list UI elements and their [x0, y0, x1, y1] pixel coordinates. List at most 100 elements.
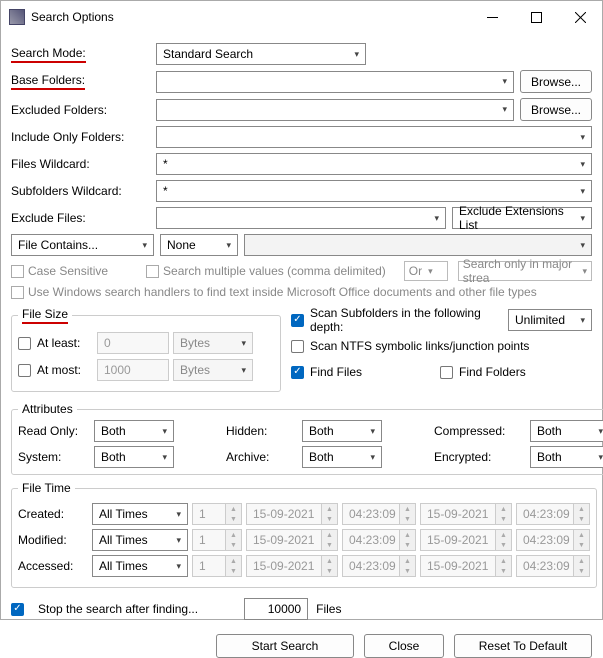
accessed-from-time: 04:23:09▲▼: [342, 555, 416, 577]
major-streams-select: Search only in major strea▾: [458, 261, 592, 281]
minimize-button[interactable]: [470, 2, 514, 32]
reset-default-button[interactable]: Reset To Default: [454, 634, 592, 658]
subfolders-wildcard-input[interactable]: *▾: [156, 180, 592, 202]
encrypted-label: Encrypted:: [434, 450, 524, 464]
accessed-mode-select[interactable]: All Times▾: [92, 555, 188, 577]
case-sensitive-label: Case Sensitive: [28, 264, 108, 278]
or-select: Or▾: [404, 261, 448, 281]
start-search-button[interactable]: Start Search: [216, 634, 354, 658]
attributes-group: Attributes Read Only: Both▾ Hidden: Both…: [11, 402, 603, 475]
maximize-button[interactable]: [514, 2, 558, 32]
created-label: Created:: [18, 507, 88, 521]
chevron-down-icon: ▾: [430, 213, 443, 224]
chevron-down-icon: ▾: [498, 104, 511, 115]
file-size-group: File Size At least: 0 Bytes▾ At most: 10…: [11, 307, 281, 392]
hidden-label: Hidden:: [226, 424, 296, 438]
close-button[interactable]: [558, 2, 602, 32]
window-title: Search Options: [31, 10, 470, 24]
file-size-legend: File Size: [22, 307, 68, 324]
scan-ntfs-checkbox[interactable]: [291, 340, 304, 353]
modified-to-time: 04:23:09▲▼: [516, 529, 590, 551]
attributes-legend: Attributes: [18, 402, 77, 416]
app-icon: [9, 9, 25, 25]
accessed-count-spinner: 1▲▼: [192, 555, 242, 577]
chevron-down-icon: ▾: [576, 213, 589, 224]
modified-from-date: 15-09-2021▲▼: [246, 529, 338, 551]
created-to-date: 15-09-2021▲▼: [420, 503, 512, 525]
chevron-down-icon: ▾: [498, 76, 511, 87]
archive-label: Archive:: [226, 450, 296, 464]
created-from-time: 04:23:09▲▼: [342, 503, 416, 525]
exclude-files-input[interactable]: ▾: [156, 207, 446, 229]
search-options-window: Search Options Search Mode: Standard Sea…: [0, 0, 603, 620]
at-most-unit-select: Bytes▾: [173, 359, 253, 381]
chevron-down-icon: ▾: [576, 240, 589, 251]
encrypted-select[interactable]: Both▾: [530, 446, 603, 468]
excluded-folders-label: Excluded Folders:: [11, 103, 156, 117]
scan-ntfs-label: Scan NTFS symbolic links/junction points: [310, 339, 529, 353]
chevron-down-icon: ▾: [576, 159, 589, 170]
multi-values-checkbox: [146, 265, 159, 278]
subfolders-wildcard-label: Subfolders Wildcard:: [11, 184, 156, 198]
at-least-checkbox[interactable]: [18, 337, 31, 350]
files-wildcard-label: Files Wildcard:: [11, 157, 156, 171]
file-contains-text-input[interactable]: ▾: [244, 234, 592, 256]
case-sensitive-checkbox: [11, 265, 24, 278]
readonly-select[interactable]: Both▾: [94, 420, 174, 442]
stop-after-checkbox[interactable]: [11, 603, 24, 616]
find-files-label: Find Files: [310, 365, 440, 379]
modified-to-date: 15-09-2021▲▼: [420, 529, 512, 551]
stop-after-label: Stop the search after finding...: [38, 602, 198, 616]
scan-depth-select[interactable]: Unlimited▾: [508, 309, 592, 331]
at-most-checkbox[interactable]: [18, 364, 31, 377]
archive-select[interactable]: Both▾: [302, 446, 382, 468]
at-most-label: At most:: [37, 363, 97, 377]
accessed-to-time: 04:23:09▲▼: [516, 555, 590, 577]
scan-subfolders-label: Scan Subfolders in the following depth:: [310, 306, 508, 334]
find-files-checkbox[interactable]: [291, 366, 304, 379]
win-handlers-label: Use Windows search handlers to find text…: [28, 285, 537, 299]
at-least-unit-select: Bytes▾: [173, 332, 253, 354]
file-contains-select[interactable]: File Contains...▾: [11, 234, 154, 256]
find-folders-label: Find Folders: [459, 365, 526, 379]
excluded-folders-input[interactable]: ▾: [156, 99, 514, 121]
win-handlers-checkbox: [11, 286, 24, 299]
search-mode-label: Search Mode:: [11, 46, 86, 63]
hidden-select[interactable]: Both▾: [302, 420, 382, 442]
exclude-extensions-select[interactable]: Exclude Extensions List▾: [452, 207, 592, 229]
browse-base-button[interactable]: Browse...: [520, 70, 592, 93]
modified-from-time: 04:23:09▲▼: [342, 529, 416, 551]
readonly-label: Read Only:: [18, 424, 88, 438]
include-only-label: Include Only Folders:: [11, 130, 156, 144]
created-to-time: 04:23:09▲▼: [516, 503, 590, 525]
chevron-down-icon: ▾: [576, 132, 589, 143]
base-folders-input[interactable]: ▾: [156, 71, 514, 93]
stop-after-unit: Files: [316, 602, 341, 616]
scan-subfolders-checkbox[interactable]: [291, 314, 304, 327]
modified-label: Modified:: [18, 533, 88, 547]
modified-mode-select[interactable]: All Times▾: [92, 529, 188, 551]
exclude-files-label: Exclude Files:: [11, 211, 156, 225]
accessed-label: Accessed:: [18, 559, 88, 573]
stop-after-count-input[interactable]: [244, 598, 308, 620]
system-label: System:: [18, 450, 88, 464]
at-most-value: 1000: [97, 359, 169, 381]
file-time-group: File Time Created: All Times▾ 1▲▼ 15-09-…: [11, 481, 597, 588]
compressed-label: Compressed:: [434, 424, 524, 438]
created-from-date: 15-09-2021▲▼: [246, 503, 338, 525]
files-wildcard-input[interactable]: *▾: [156, 153, 592, 175]
at-least-label: At least:: [37, 336, 97, 350]
created-mode-select[interactable]: All Times▾: [92, 503, 188, 525]
include-only-input[interactable]: ▾: [156, 126, 592, 148]
file-contains-mode-select[interactable]: None▾: [160, 234, 238, 256]
search-mode-select[interactable]: Standard Search▾: [156, 43, 366, 65]
compressed-select[interactable]: Both▾: [530, 420, 603, 442]
titlebar: Search Options: [1, 1, 602, 33]
find-folders-checkbox[interactable]: [440, 366, 453, 379]
close-dialog-button[interactable]: Close: [364, 634, 444, 658]
browse-excluded-button[interactable]: Browse...: [520, 98, 592, 121]
chevron-down-icon: ▾: [138, 240, 151, 251]
system-select[interactable]: Both▾: [94, 446, 174, 468]
modified-count-spinner: 1▲▼: [192, 529, 242, 551]
file-time-legend: File Time: [18, 481, 75, 495]
